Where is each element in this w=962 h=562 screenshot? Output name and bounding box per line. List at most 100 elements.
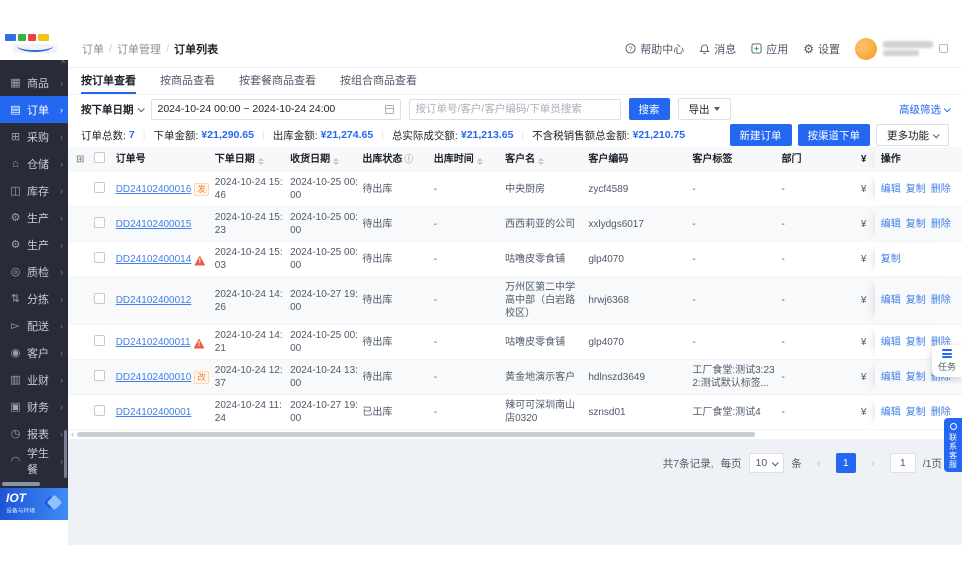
- sidebar-item-quality[interactable]: ◎ 质检 ›: [0, 258, 68, 285]
- settings-button[interactable]: ⚙ 设置: [803, 41, 840, 57]
- view-tab-1[interactable]: 按商品查看: [160, 68, 215, 94]
- column-header-ddate[interactable]: 收货日期: [290, 149, 362, 170]
- per-page-select[interactable]: 10: [748, 453, 785, 473]
- table-row: DD24102400012 2024-10-24 14:26 2024-10-27 …: [68, 277, 962, 325]
- breadcrumb-item[interactable]: 订单管理: [117, 41, 161, 57]
- row-checkbox[interactable]: [93, 293, 105, 304]
- sidebar-scroll-up-icon[interactable]: ^: [61, 59, 65, 68]
- sidebar-vertical-scrollbar[interactable]: [64, 430, 67, 478]
- sidebar-item-sorting[interactable]: ⇅ 分拣 ›: [0, 285, 68, 312]
- export-button[interactable]: 导出: [677, 98, 731, 120]
- row-action-link[interactable]: 删除: [931, 218, 951, 231]
- row-action-link[interactable]: 编辑: [881, 406, 901, 419]
- prev-page-button[interactable]: ‹: [809, 453, 829, 473]
- messages-button[interactable]: 消息: [699, 41, 736, 57]
- column-header-odate[interactable]: 下单日期: [215, 149, 290, 170]
- current-page-button[interactable]: 1: [835, 453, 856, 473]
- search-button[interactable]: 搜索: [628, 98, 670, 120]
- row-action-link[interactable]: 编辑: [881, 294, 901, 307]
- sidebar-item-student-meals[interactable]: ◠ 学生餐 ›: [0, 447, 68, 476]
- search-input[interactable]: [408, 98, 621, 120]
- sidebar-item-warehouse[interactable]: ⌂ 仓储 ›: [0, 150, 68, 177]
- sidebar-item-delivery[interactable]: ▻ 配送 ›: [0, 312, 68, 339]
- row-action-link[interactable]: 复制: [881, 253, 901, 266]
- workspace-switch-icon[interactable]: [939, 44, 948, 53]
- sidebar-item-customers[interactable]: ◉ 客户 ›: [0, 339, 68, 366]
- order-number-link[interactable]: DD24102400011: [116, 337, 191, 348]
- view-tab-3[interactable]: 按组合商品查看: [340, 68, 417, 94]
- scroll-left-icon[interactable]: ‹: [71, 430, 74, 439]
- customer-code-cell: xxlydgs6017: [588, 218, 644, 230]
- more-actions-button[interactable]: 更多功能: [876, 124, 949, 146]
- new-order-button[interactable]: 新建订单: [729, 124, 792, 146]
- help-center-button[interactable]: ? 帮助中心: [625, 41, 684, 57]
- sort-icon[interactable]: [538, 158, 545, 165]
- order-number-link[interactable]: DD24102400010: [116, 372, 192, 383]
- order-date-cell: 2024-10-24 15:23: [214, 212, 283, 236]
- order-number-link[interactable]: DD24102400016: [116, 184, 192, 195]
- sidebar-item-inventory[interactable]: ◫ 库存 ›: [0, 177, 68, 204]
- column-header-cust[interactable]: 客户名: [505, 149, 588, 170]
- row-checkbox[interactable]: [93, 251, 105, 263]
- row-action-link[interactable]: 复制: [906, 294, 926, 307]
- row-action-link[interactable]: 删除: [931, 183, 951, 196]
- row-action-link[interactable]: 复制: [906, 336, 926, 349]
- sidebar-item-production-1[interactable]: ⚙ 生产 ›: [0, 204, 68, 231]
- expand-all-icon[interactable]: ⊞: [76, 154, 84, 165]
- row-checkbox[interactable]: [93, 404, 105, 416]
- scrollbar-thumb[interactable]: [77, 432, 755, 437]
- row-action-link[interactable]: 复制: [906, 183, 926, 196]
- sidebar-item-business-finance[interactable]: ▥ 业财 ›: [0, 366, 68, 393]
- iot-banner[interactable]: IOT 设备与环境: [0, 488, 68, 520]
- order-number-link[interactable]: DD24102400012: [116, 295, 192, 306]
- row-action-link[interactable]: 复制: [906, 371, 926, 384]
- row-action-link[interactable]: 编辑: [881, 371, 901, 384]
- reports-icon: ◷: [10, 428, 21, 440]
- next-page-button[interactable]: ›: [863, 453, 883, 473]
- row-action-link[interactable]: 复制: [906, 406, 926, 419]
- customer-support-fab[interactable]: 联系客服: [944, 418, 962, 472]
- svg-text:?: ?: [629, 46, 633, 53]
- department-cell: -: [781, 336, 785, 348]
- sort-icon[interactable]: [257, 158, 264, 165]
- sidebar-item-production-2[interactable]: ⚙ 生产 ›: [0, 231, 68, 258]
- sidebar-item-finance[interactable]: ▣ 财务 ›: [0, 393, 68, 420]
- row-action-link[interactable]: 复制: [906, 218, 926, 231]
- row-action-link[interactable]: 删除: [931, 406, 951, 419]
- row-checkbox[interactable]: [93, 181, 105, 193]
- order-number-link[interactable]: DD24102400015: [116, 219, 192, 230]
- channel-order-button[interactable]: 按渠道下单: [797, 124, 870, 146]
- row-action-link[interactable]: 编辑: [881, 218, 901, 231]
- sidebar-horizontal-scrollbar[interactable]: [2, 482, 40, 486]
- date-range-value: 2024-10-24 00:00 ~ 2024-10-24 24:00: [157, 103, 336, 115]
- user-account[interactable]: [855, 37, 948, 60]
- row-action-link[interactable]: 编辑: [881, 183, 901, 196]
- sort-icon[interactable]: [333, 158, 340, 165]
- view-tab-0[interactable]: 按订单查看: [81, 68, 136, 94]
- order-number-link[interactable]: DD24102400001: [116, 407, 192, 418]
- apps-button[interactable]: 应用: [751, 41, 788, 57]
- view-tab-2[interactable]: 按套餐商品查看: [239, 68, 316, 94]
- row-checkbox[interactable]: [93, 334, 105, 346]
- outbound-status-cell: 待出库: [362, 183, 393, 195]
- date-field-select[interactable]: 按下单日期: [81, 102, 145, 117]
- row-action-link[interactable]: 编辑: [881, 336, 901, 349]
- row-checkbox[interactable]: [93, 369, 105, 381]
- order-number-link[interactable]: DD24102400014: [116, 254, 192, 265]
- sidebar-item-reports[interactable]: ◷ 报表 ›: [0, 420, 68, 447]
- column-header-label: 收货日期: [290, 154, 331, 165]
- date-range-picker[interactable]: 2024-10-24 00:00 ~ 2024-10-24 24:00: [150, 98, 401, 120]
- sidebar-item-purchasing[interactable]: ⊞ 采购 ›: [0, 123, 68, 150]
- advanced-filter-button[interactable]: 高级筛选: [899, 102, 951, 117]
- task-fab[interactable]: 任务: [932, 345, 962, 377]
- warning-icon: !: [194, 255, 206, 266]
- select-all-checkbox[interactable]: [93, 152, 105, 163]
- sort-icon[interactable]: [476, 158, 483, 165]
- breadcrumb-item[interactable]: 订单: [82, 41, 104, 57]
- row-action-link[interactable]: 删除: [931, 294, 951, 307]
- sidebar-item-products[interactable]: ▦ 商品 ›: [0, 69, 68, 96]
- sidebar-item-orders[interactable]: ▤ 订单 ›: [0, 96, 68, 123]
- page-jump-input[interactable]: 1: [889, 453, 916, 473]
- row-checkbox[interactable]: [93, 216, 105, 228]
- column-header-otime[interactable]: 出库时间: [434, 149, 505, 170]
